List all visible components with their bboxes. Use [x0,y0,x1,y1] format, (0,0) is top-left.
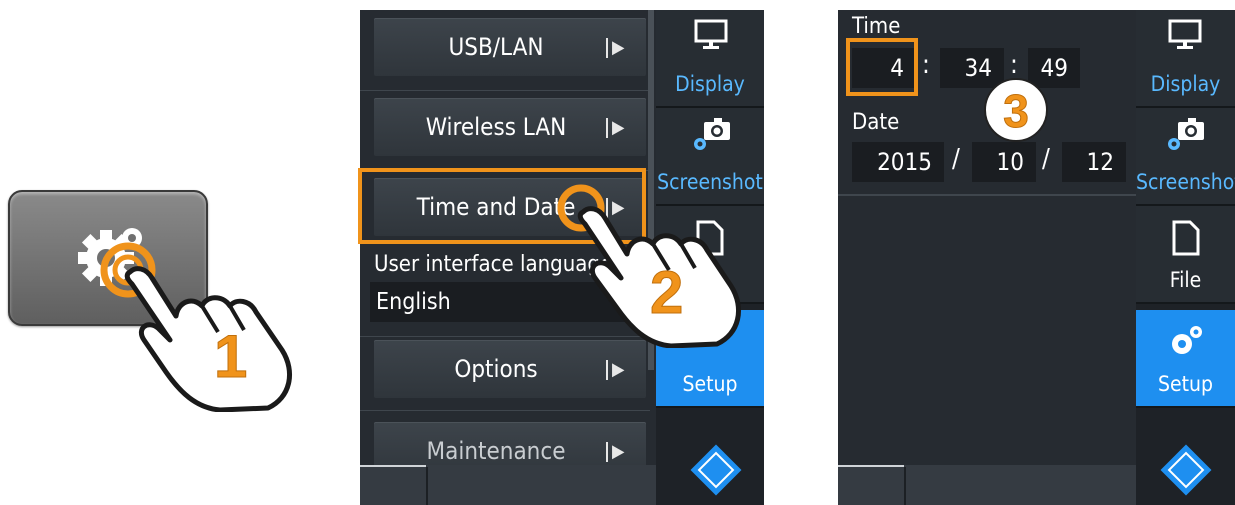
options-button[interactable]: Options ▶ [374,340,646,398]
date-label: Date [852,110,900,135]
sidebar-label-setup: Setup [1157,372,1213,396]
submenu-arrow-icon: ▶ [606,441,646,462]
day-field[interactable]: 12 [1062,142,1126,182]
highlight-box [846,38,918,96]
sidebar-item-setup[interactable]: Setup [1136,310,1235,408]
sidebar-label-display: Display [675,72,745,96]
monitor-icon [1168,19,1202,49]
submenu-arrow-icon: ▶ [606,117,646,138]
tap-hand-icon [100,242,292,412]
seconds-field[interactable]: 49 [1028,48,1080,88]
divider [838,194,1138,196]
maintenance-label: Maintenance [426,437,566,465]
sidebar-label-file: File [1169,268,1202,292]
rs-logo-icon [690,444,742,496]
usb-lan-label: USB/LAN [448,33,544,61]
wireless-lan-button[interactable]: Wireless LAN ▶ [374,98,646,156]
sidebar-item-display[interactable]: Display [1136,10,1235,108]
monitor-icon [694,19,728,49]
submenu-arrow-icon: ▶ [606,359,646,380]
options-label: Options [454,355,538,383]
sidebar-item-screenshot[interactable]: Screenshot [1136,108,1235,206]
date-separator: / [1042,144,1050,174]
wireless-lan-label: Wireless LAN [425,113,567,141]
time-label: Time [852,14,901,39]
step-badge-3: 3 [984,78,1048,142]
usb-lan-button[interactable]: USB/LAN ▶ [374,18,646,76]
year-field[interactable]: 2015 [852,142,944,182]
rs-logo-icon [1160,444,1212,496]
sidebar-item-display[interactable]: Display [656,10,764,108]
time-separator: : [922,50,930,80]
sidebar-label-screenshot: Screenshot [1136,170,1235,194]
file-icon [1172,220,1200,256]
step-number-1: 1 [213,323,248,391]
sidebar-item-file[interactable]: File [1136,206,1235,304]
sidebar-panel: Display Screenshot File Setup [1136,10,1235,505]
sidebar-label-setup: Setup [682,372,738,396]
minutes-field[interactable]: 34 [940,48,1004,88]
divider [360,410,650,411]
time-separator: : [1010,50,1018,80]
sidebar-label-display: Display [1150,72,1221,96]
month-field[interactable]: 10 [972,142,1036,182]
date-separator: / [952,144,960,174]
submenu-arrow-icon: ▶ [606,37,646,58]
bottom-bar [360,465,658,505]
gear-icon [1172,326,1202,354]
camera-icon [1168,118,1204,150]
step-number-2: 2 [649,259,684,327]
step-number-3: 3 [1003,85,1030,138]
divider [360,90,650,91]
camera-icon [694,118,730,150]
bottom-bar [838,465,1138,505]
